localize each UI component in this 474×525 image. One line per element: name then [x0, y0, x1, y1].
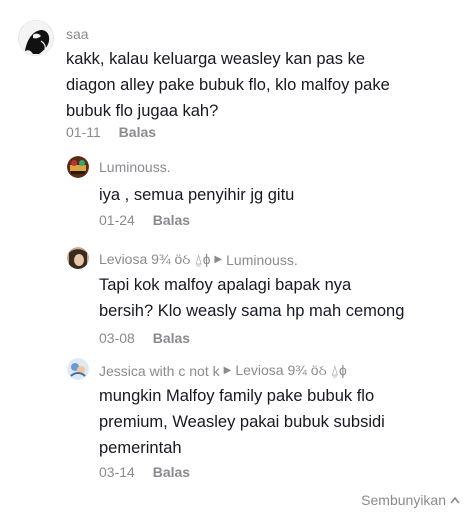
comment-text-line: bubuk flo jugaa kah? [66, 102, 219, 120]
hide-replies-label: Sembunyikan [361, 492, 446, 508]
reply-header: Leviosa 9¾ ӧઠ ⍙ɸ ▶ Luminouss. [99, 251, 298, 268]
reply-username[interactable]: Leviosa 9¾ ӧઠ ⍙ɸ [99, 251, 210, 268]
reply-date: 03-08 [99, 330, 135, 346]
avatar-jessica[interactable] [67, 358, 89, 380]
comment-meta: 01-11 Balas [66, 124, 156, 140]
reply-meta: 03-08 Balas [99, 330, 190, 346]
reply-text-line: mungkin Malfoy family pake bubuk flo [99, 387, 375, 405]
avatar-image [19, 21, 53, 55]
avatar-luminouss[interactable] [67, 156, 89, 178]
avatar-image [67, 247, 89, 269]
reply-to-arrow-icon: ▶ [214, 254, 223, 265]
reply-text: mungkin Malfoy family pake bubuk flo pre… [99, 383, 459, 461]
hide-replies-button[interactable]: Sembunyikan [361, 492, 460, 508]
avatar-leviosa[interactable] [67, 247, 89, 269]
reply-text: Tapi kok malfoy apalagi bapak nya bersih… [99, 272, 459, 324]
avatar-saa[interactable] [18, 20, 54, 56]
reply-date: 03-14 [99, 464, 135, 480]
reply-header: Jessica with c not k ▶ Leviosa 9¾ ӧઠ ⍙ɸ [99, 362, 347, 379]
reply-button[interactable]: Balas [119, 124, 156, 140]
reply-button[interactable]: Balas [153, 330, 190, 346]
chevron-up-icon [450, 496, 460, 504]
reply-text-line: pemerintah [99, 439, 182, 457]
comment-text: kakk, kalau keluarga weasley kan pas ke … [66, 46, 466, 124]
reply-date: 01-24 [99, 212, 135, 228]
avatar-image [67, 358, 89, 380]
reply-username[interactable]: Luminouss. [99, 159, 171, 175]
reply-button[interactable]: Balas [153, 212, 190, 228]
reply-to-username[interactable]: Luminouss. [226, 252, 298, 268]
reply-text-line: Tapi kok malfoy apalagi bapak nya [99, 276, 352, 294]
comment-username[interactable]: saa [66, 26, 89, 42]
reply-to-username[interactable]: Leviosa 9¾ ӧઠ ⍙ɸ [235, 362, 346, 379]
comment-date: 01-11 [66, 124, 101, 140]
reply-username[interactable]: Jessica with c not k [99, 363, 220, 379]
reply-to-arrow-icon: ▶ [223, 365, 232, 376]
reply-meta: 03-14 Balas [99, 464, 190, 480]
reply-button[interactable]: Balas [153, 464, 190, 480]
comment-text-line: diagon alley pake bubuk flo, klo malfoy … [66, 76, 390, 94]
reply-text-line: bersih? Klo weasly sama hp mah cemong [99, 302, 405, 320]
avatar-image [67, 156, 89, 178]
reply-meta: 01-24 Balas [99, 212, 190, 228]
reply-text-line: premium, Weasley pakai bubuk subsidi [99, 413, 385, 431]
comment-text-line: kakk, kalau keluarga weasley kan pas ke [66, 50, 365, 68]
reply-text: iya , semua penyihir jg gitu [99, 186, 295, 204]
